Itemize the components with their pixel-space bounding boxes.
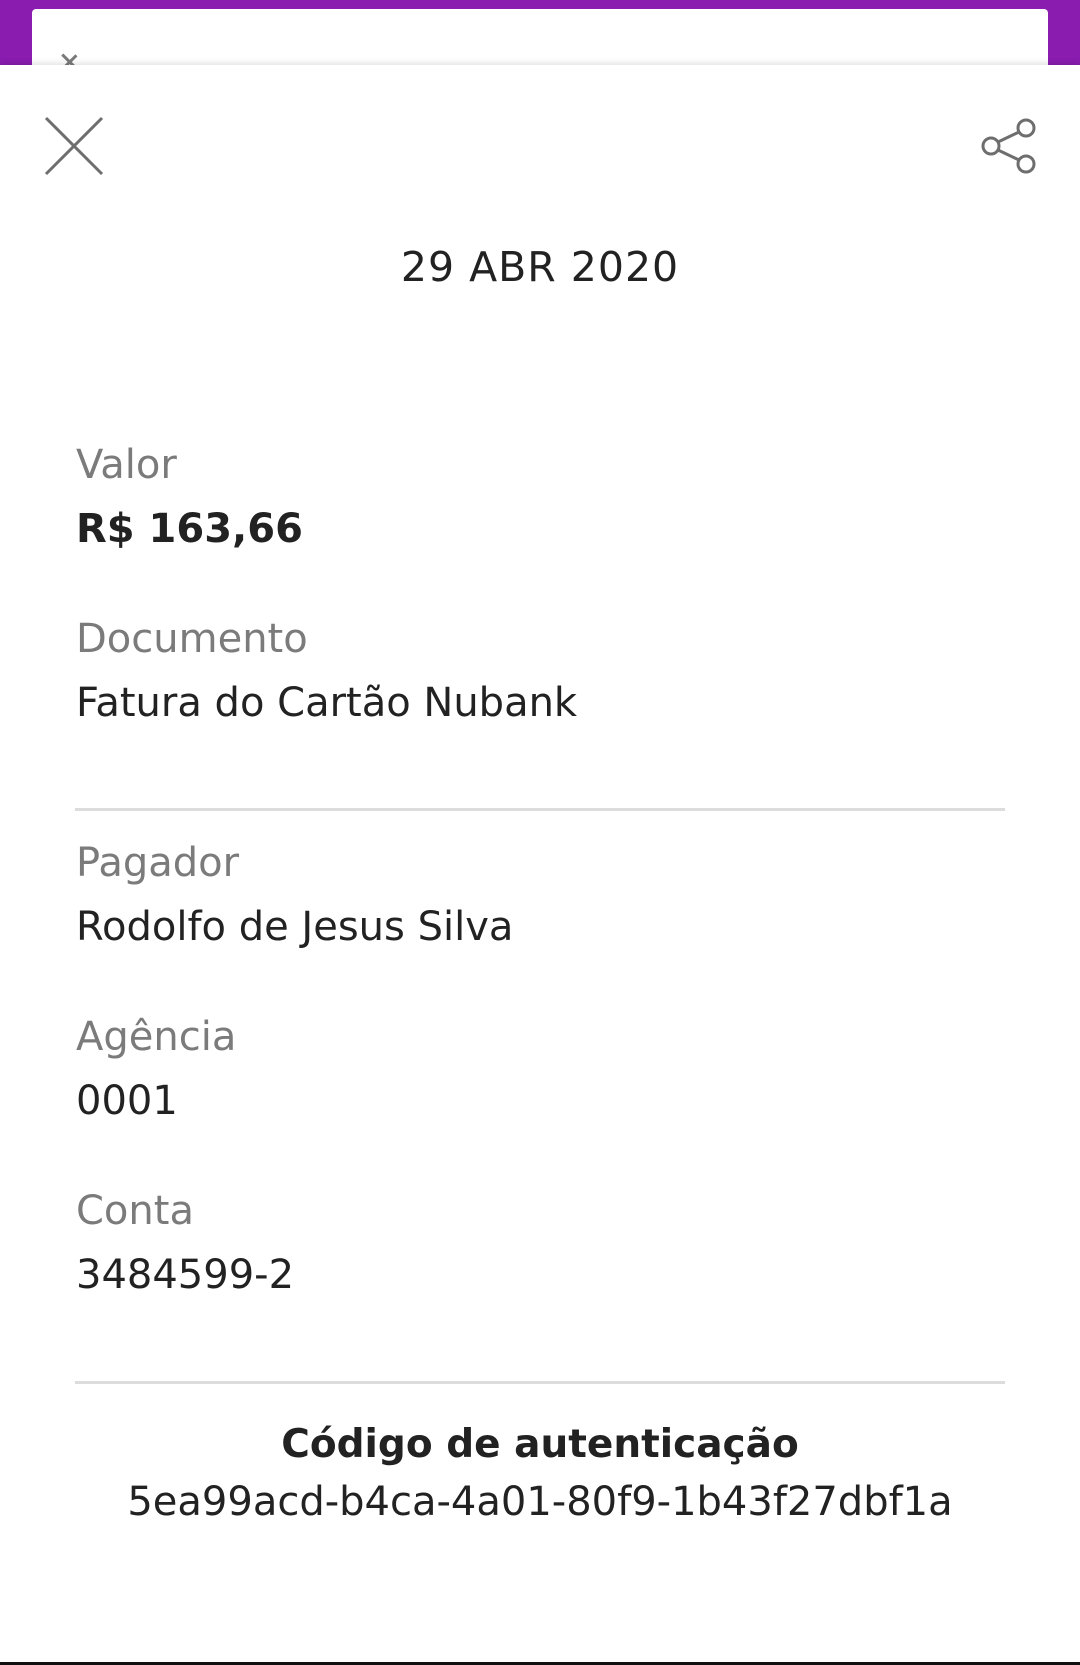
pagador-value: Rodolfo de Jesus Silva (76, 904, 514, 950)
close-button[interactable] (44, 116, 106, 178)
valor-field: Valor R$ 163,66 (76, 440, 1006, 554)
agencia-value: 0001 (76, 1078, 178, 1124)
valor-value: R$ 163,66 (76, 506, 303, 552)
conta-value: 3484599-2 (76, 1252, 295, 1298)
conta-label: Conta (76, 1188, 194, 1234)
auth-code-value: 5ea99acd-b4ca-4a01-80f9-1b43f27dbf1a (127, 1479, 953, 1525)
share-icon (981, 118, 1036, 174)
conta-field: Conta 3484599-2 (76, 1186, 1006, 1300)
receipt-date: 29 ABR 2020 (400, 243, 680, 291)
agencia-label: Agência (76, 1014, 237, 1060)
agencia-field: Agência 0001 (76, 1012, 1006, 1126)
valor-label: Valor (76, 442, 177, 488)
documento-field: Documento Fatura do Cartão Nubank (76, 614, 1006, 728)
pagador-label: Pagador (76, 840, 240, 886)
divider (75, 808, 1005, 811)
divider (75, 1381, 1005, 1384)
close-icon (44, 116, 104, 176)
share-button[interactable] (980, 117, 1038, 175)
documento-value: Fatura do Cartão Nubank (76, 680, 578, 726)
pagador-field: Pagador Rodolfo de Jesus Silva (76, 838, 1006, 952)
documento-label: Documento (76, 616, 308, 662)
auth-code-title: Código de autenticação (281, 1422, 799, 1467)
screen: 29 ABR 2020 Valor R$ 163,66 Documento Fa… (0, 0, 1080, 1665)
